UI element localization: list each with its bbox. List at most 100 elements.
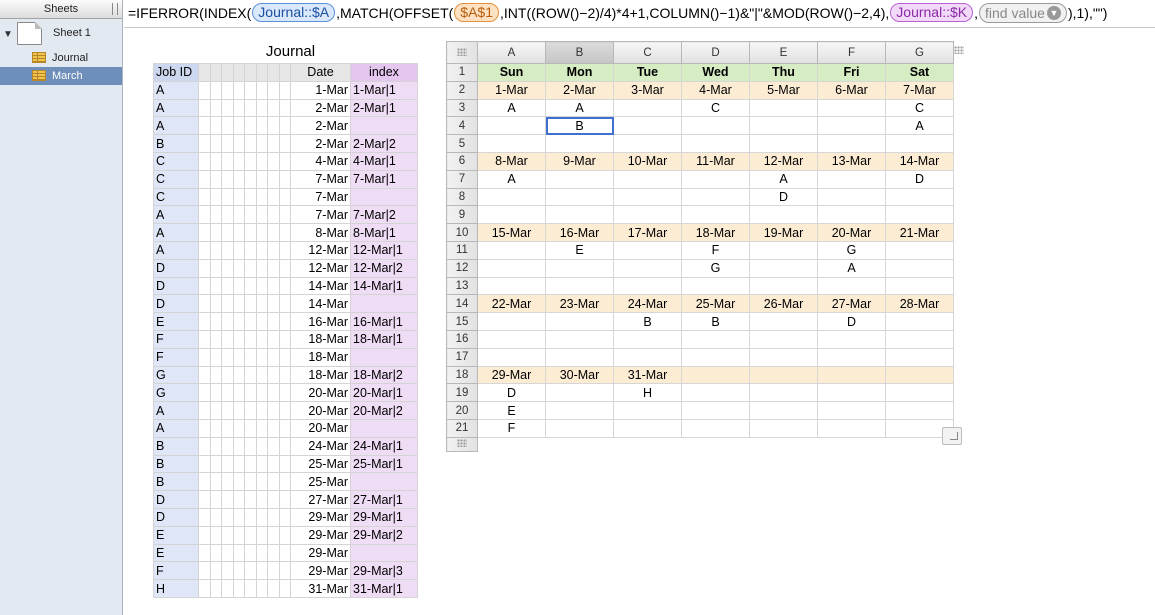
index-cell[interactable] [350, 187, 418, 207]
empty-cell[interactable] [232, 169, 245, 189]
empty-cell[interactable] [198, 490, 211, 509]
cell-b15[interactable] [545, 312, 614, 331]
cell-b21[interactable] [545, 418, 614, 438]
index-cell[interactable]: 1-Mar|1 [350, 80, 418, 100]
job-id-cell[interactable]: A [153, 418, 199, 438]
empty-cell[interactable] [267, 258, 280, 278]
empty-cell[interactable] [255, 383, 268, 403]
empty-cell[interactable] [232, 223, 245, 242]
empty-cell[interactable] [198, 401, 211, 420]
date-cell[interactable]: 25-Mar [290, 472, 351, 492]
empty-cell[interactable] [244, 240, 257, 260]
cell-e14[interactable]: 26-Mar [749, 294, 818, 314]
cell-c10[interactable]: 17-Mar [613, 223, 682, 242]
empty-cell[interactable] [221, 312, 234, 331]
job-id-cell[interactable]: C [153, 187, 199, 207]
row-header[interactable]: 8 [446, 187, 478, 207]
empty-cell[interactable] [255, 347, 268, 367]
empty-cell[interactable] [244, 490, 257, 509]
date-cell[interactable]: 18-Mar [290, 347, 351, 367]
empty-cell[interactable] [232, 561, 245, 581]
cell-d4[interactable] [681, 116, 750, 136]
empty-cell[interactable] [267, 383, 280, 403]
empty-cell[interactable] [255, 472, 268, 492]
job-id-cell[interactable]: D [153, 258, 199, 278]
empty-cell[interactable] [221, 418, 234, 438]
cell-b12[interactable] [545, 258, 614, 278]
cell-f12[interactable]: A [817, 258, 886, 278]
index-cell[interactable]: 8-Mar|1 [350, 223, 418, 242]
job-id-cell[interactable]: D [153, 490, 199, 509]
cell-e15[interactable] [749, 312, 818, 331]
cell-f15[interactable]: D [817, 312, 886, 331]
job-id-cell[interactable]: F [153, 561, 199, 581]
empty-cell[interactable] [255, 276, 268, 296]
empty-cell[interactable] [232, 240, 245, 260]
empty-cell[interactable] [255, 365, 268, 385]
cell-f20[interactable] [817, 401, 886, 420]
row-header[interactable]: 6 [446, 151, 478, 171]
date-cell[interactable]: 1-Mar [290, 80, 351, 100]
empty-cell[interactable] [209, 401, 222, 420]
job-id-cell[interactable]: G [153, 383, 199, 403]
cell-e2[interactable]: 5-Mar [749, 80, 818, 100]
cell-a21[interactable]: F [477, 418, 546, 438]
index-cell[interactable]: 12-Mar|1 [350, 240, 418, 260]
empty-cell[interactable] [209, 258, 222, 278]
empty-cell[interactable] [209, 98, 222, 118]
cell-c18[interactable]: 31-Mar [613, 365, 682, 385]
cell-g1[interactable]: Sat [885, 63, 954, 82]
empty-cell[interactable] [209, 525, 222, 545]
empty-cell[interactable] [255, 294, 268, 314]
empty-cell[interactable] [221, 151, 234, 171]
cell-a16[interactable] [477, 329, 546, 349]
cell-c17[interactable] [613, 347, 682, 367]
cell-b16[interactable] [545, 329, 614, 349]
row-header[interactable]: 15 [446, 312, 478, 331]
empty-cell[interactable] [232, 116, 245, 136]
cell-c9[interactable] [613, 205, 682, 225]
cell-e16[interactable] [749, 329, 818, 349]
index-cell[interactable]: 20-Mar|2 [350, 401, 418, 420]
cell-g15[interactable] [885, 312, 954, 331]
cell-g8[interactable] [885, 187, 954, 207]
empty-cell[interactable] [232, 205, 245, 225]
index-cell[interactable]: 7-Mar|2 [350, 205, 418, 225]
cell-d18[interactable] [681, 365, 750, 385]
cell-c11[interactable] [613, 240, 682, 260]
empty-cell[interactable] [244, 80, 257, 100]
empty-cell[interactable] [221, 543, 234, 563]
index-cell[interactable]: 29-Mar|1 [350, 507, 418, 527]
empty-cell[interactable] [278, 365, 291, 385]
empty-cell[interactable] [255, 187, 268, 207]
cell-e5[interactable] [749, 134, 818, 153]
cell-d1[interactable]: Wed [681, 63, 750, 82]
empty-cell[interactable] [198, 116, 211, 136]
cell-f4[interactable] [817, 116, 886, 136]
formula-bar[interactable]: =IFERROR(INDEX(Journal::$A ,MATCH(OFFSET(… [124, 0, 1155, 28]
cell-b17[interactable] [545, 347, 614, 367]
cell-d14[interactable]: 25-Mar [681, 294, 750, 314]
empty-cell[interactable] [232, 543, 245, 563]
empty-cell[interactable] [255, 507, 268, 527]
empty-cell[interactable] [232, 490, 245, 509]
date-cell[interactable]: 2-Mar [290, 116, 351, 136]
cell-e18[interactable] [749, 365, 818, 385]
empty-cell[interactable] [209, 151, 222, 171]
empty-cell[interactable] [209, 80, 222, 100]
column-header-b[interactable]: B [545, 41, 614, 64]
cell-b3[interactable]: A [545, 98, 614, 118]
cell-a4[interactable] [477, 116, 546, 136]
empty-cell[interactable] [278, 454, 291, 474]
index-cell[interactable]: 14-Mar|1 [350, 276, 418, 296]
empty-cell[interactable] [244, 525, 257, 545]
empty-cell[interactable] [267, 187, 280, 207]
column-header-g[interactable]: G [885, 41, 954, 64]
header-empty[interactable] [244, 63, 257, 82]
cell-g12[interactable] [885, 258, 954, 278]
empty-cell[interactable] [278, 472, 291, 492]
empty-cell[interactable] [221, 240, 234, 260]
cell-d17[interactable] [681, 347, 750, 367]
empty-cell[interactable] [198, 454, 211, 474]
cell-d19[interactable] [681, 383, 750, 403]
